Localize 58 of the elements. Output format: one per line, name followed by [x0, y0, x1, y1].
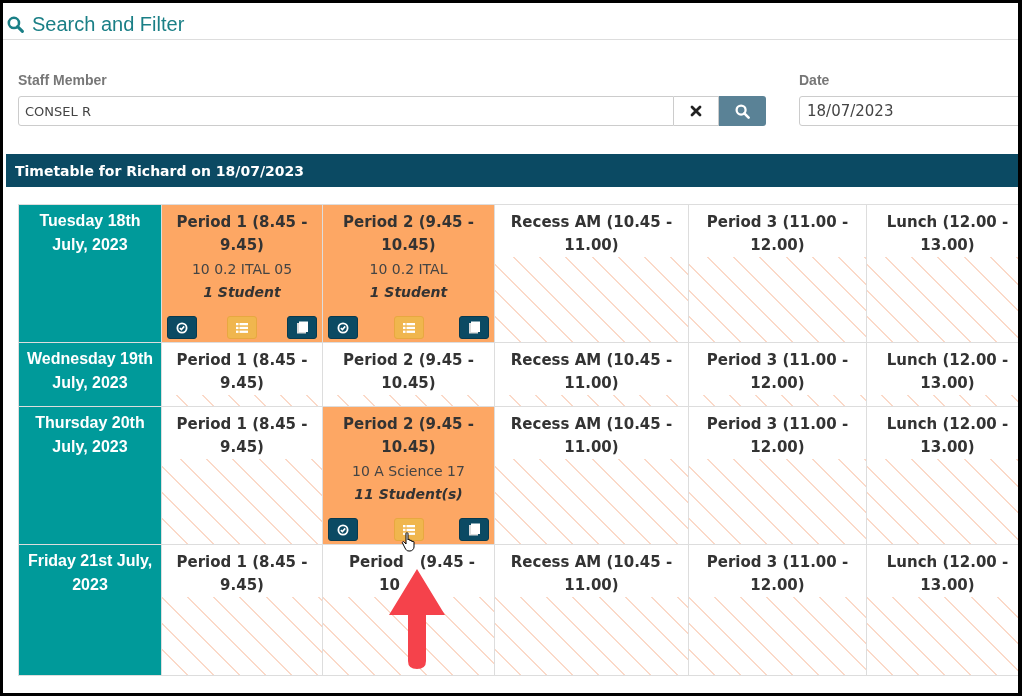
- date-field[interactable]: 18/07/2023: [799, 96, 1018, 126]
- period-title: Period 1 (8.45 - 9.45): [175, 414, 309, 458]
- attendance-button[interactable]: [328, 518, 358, 541]
- panel-title: Search and Filter: [32, 12, 185, 36]
- notes-button[interactable]: [459, 316, 489, 339]
- period-title: Period 3 (11.00 - 12.00): [705, 552, 850, 596]
- period-title: Period 3 (11.00 - 12.00): [705, 212, 850, 256]
- student-count: 1 Student: [202, 283, 282, 302]
- period-title: Recess AM (10.45 - 11.00): [509, 350, 674, 394]
- attendance-button[interactable]: [167, 316, 197, 339]
- list-icon: [402, 322, 415, 333]
- staff-member-field[interactable]: CONSEL R: [18, 96, 674, 126]
- period-title: Period 3 (11.00 - 12.00): [705, 350, 850, 394]
- period-title: (9.45 -: [419, 553, 476, 571]
- period-title: Recess AM (10.45 - 11.00): [509, 552, 674, 596]
- period-title: Lunch (12.00 - 13.00): [885, 350, 1010, 394]
- period-title: Period 2 (9.45 - 10.45): [342, 414, 475, 458]
- list-icon: [236, 322, 248, 333]
- book-icon: [295, 321, 309, 334]
- student-count: 11 Student(s): [353, 485, 464, 504]
- period-title: Lunch (12.00 - 13.00): [885, 212, 1010, 256]
- period-title: Period 3 (11.00 - 12.00): [705, 414, 850, 458]
- search-button[interactable]: [719, 96, 766, 126]
- student-count: 1 Student: [368, 283, 449, 302]
- check-circle-icon: [176, 321, 188, 334]
- clear-button[interactable]: [674, 96, 719, 126]
- period-title: Lunch (12.00 - 13.00): [885, 414, 1010, 458]
- check-circle-icon: [337, 523, 349, 536]
- period-title: Period 1 (8.45 - 9.45): [175, 552, 309, 596]
- period-title: Recess AM (10.45 - 11.00): [509, 414, 674, 458]
- period-title: 10: [379, 576, 400, 594]
- period-title: Period 1 (8.45 - 9.45): [175, 350, 309, 394]
- notes-button[interactable]: [287, 316, 317, 339]
- day-heading: Wednesday 19th July, 2023: [19, 343, 162, 407]
- day-heading: Tuesday 18th July, 2023: [19, 205, 162, 343]
- search-icon: [7, 15, 24, 33]
- day-heading: Thursday 20th July, 2023: [19, 407, 162, 545]
- period-title: Period: [349, 553, 404, 571]
- period-title: Period 1 (8.45 - 9.45): [175, 212, 309, 256]
- day-heading: Friday 21st July, 2023: [19, 545, 162, 676]
- book-icon: [467, 321, 481, 334]
- book-icon: [467, 523, 481, 536]
- search-icon: [735, 103, 750, 119]
- class-name: 10 0.2 ITAL: [368, 260, 449, 279]
- field-label: Staff Member: [18, 72, 108, 88]
- period-title: Period 2 (9.45 - 10.45): [342, 350, 475, 394]
- attendance-button[interactable]: [328, 316, 358, 339]
- period-title: Lunch (12.00 - 13.00): [885, 552, 1010, 596]
- period-title: Period 2 (9.45 - 10.45): [342, 212, 475, 256]
- check-circle-icon: [337, 321, 349, 334]
- close-icon: [690, 105, 702, 117]
- period-title: Recess AM (10.45 - 11.00): [509, 212, 674, 256]
- notes-button[interactable]: [459, 518, 489, 541]
- class-name: 10 0.2 ITAL 05: [190, 260, 294, 279]
- class-name: 10 A Science 17: [351, 462, 466, 481]
- timetable-header: Timetable for Richard on 18/07/2023: [6, 154, 1018, 187]
- student-list-button[interactable]: [393, 518, 424, 541]
- field-label: Date: [799, 72, 831, 88]
